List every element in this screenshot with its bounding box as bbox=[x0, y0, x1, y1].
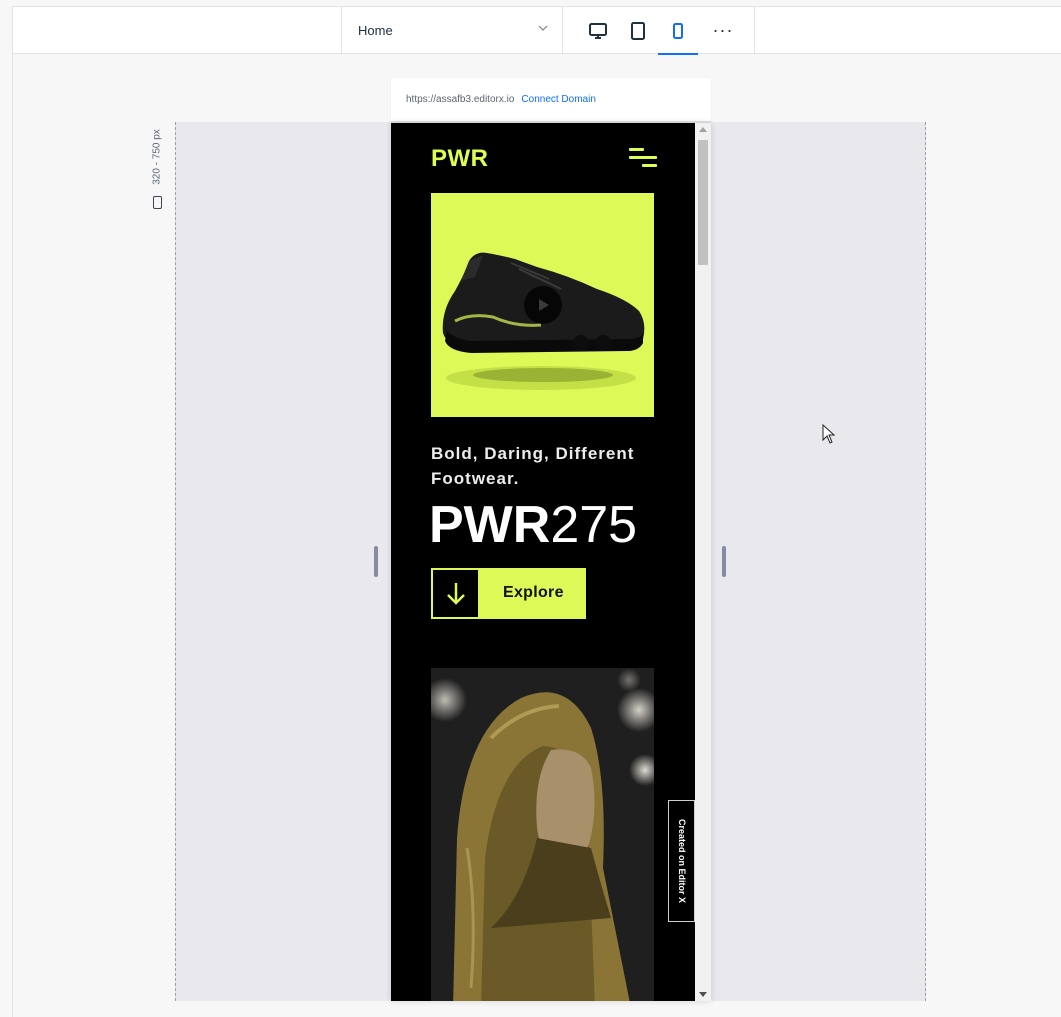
product-model-title: PWR275 bbox=[429, 496, 638, 554]
mouse-cursor-icon bbox=[822, 424, 836, 444]
site-url: https://assafb3.editorx.io bbox=[406, 94, 515, 105]
page-select-value: Home bbox=[358, 23, 393, 38]
hooded-person-image bbox=[431, 668, 654, 1001]
desktop-icon bbox=[589, 22, 607, 39]
play-icon[interactable] bbox=[524, 286, 562, 324]
device-switcher: ··· bbox=[563, 7, 755, 55]
mobile-icon bbox=[673, 22, 683, 39]
page-select[interactable]: Home bbox=[341, 7, 563, 54]
hamburger-menu-icon[interactable] bbox=[629, 148, 657, 170]
mobile-preview[interactable]: PWR Bold, Daring, Different Footwear. PW… bbox=[391, 123, 711, 1001]
more-icon: ··· bbox=[712, 20, 734, 40]
preview-scrollbar[interactable] bbox=[695, 123, 711, 1001]
created-on-editor-x-badge[interactable]: Created on Editor X bbox=[668, 800, 695, 922]
tablet-icon bbox=[631, 21, 645, 40]
breakpoint-range-label: 320 - 750 px bbox=[151, 129, 163, 185]
explore-button[interactable]: Explore bbox=[431, 568, 586, 619]
hero-sneaker-video[interactable] bbox=[431, 193, 654, 417]
desktop-view-button[interactable] bbox=[578, 7, 618, 54]
chevron-down-icon bbox=[538, 25, 548, 31]
arrow-down-icon bbox=[433, 570, 478, 617]
scroll-up-icon[interactable] bbox=[699, 127, 707, 132]
more-options-button[interactable]: ··· bbox=[703, 7, 743, 54]
tablet-view-button[interactable] bbox=[618, 7, 658, 54]
explore-button-label: Explore bbox=[503, 584, 564, 601]
left-resize-handle[interactable] bbox=[374, 546, 378, 577]
site-url-bar: https://assafb3.editorx.io Connect Domai… bbox=[391, 78, 711, 122]
canvas-left-border bbox=[12, 54, 13, 1017]
right-resize-handle[interactable] bbox=[722, 546, 726, 577]
connect-domain-link[interactable]: Connect Domain bbox=[521, 94, 595, 105]
mobile-view-button[interactable] bbox=[658, 7, 698, 55]
editor-toolbar: Home ··· bbox=[12, 6, 1061, 55]
scroll-down-icon[interactable] bbox=[699, 992, 707, 997]
mobile-breakpoint-icon bbox=[153, 196, 162, 209]
scroll-thumb[interactable] bbox=[698, 140, 708, 265]
hero-tagline: Bold, Daring, Different Footwear. bbox=[431, 444, 635, 488]
site-logo[interactable]: PWR bbox=[431, 145, 489, 173]
